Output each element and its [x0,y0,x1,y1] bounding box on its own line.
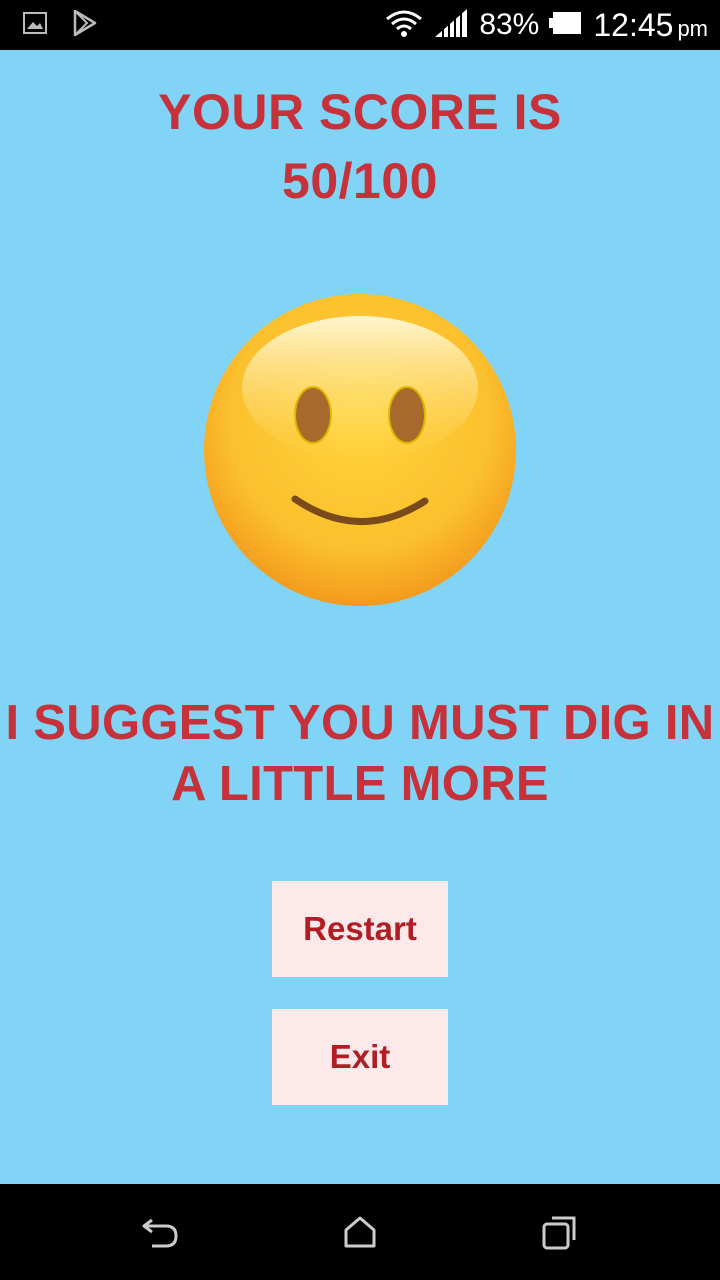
result-screen: YOUR SCORE IS 50/100 I SUGGEST YOU MUST … [0,50,720,1184]
exit-button[interactable]: Exit [272,1009,448,1105]
play-store-icon [72,9,98,42]
status-bar: 83% 12:45 pm [0,0,720,50]
clock: 12:45 pm [593,7,708,44]
ampm-text: pm [677,15,708,41]
advice-line-2: A LITTLE MORE [171,757,549,811]
signal-icon [433,7,469,44]
wifi-icon [385,8,423,43]
back-icon[interactable] [140,1212,180,1252]
score-value: 50/100 [282,153,438,209]
advice-line-1: I SUGGEST YOU MUST DIG IN [5,696,715,750]
navigation-bar [0,1184,720,1280]
battery-icon [549,10,583,41]
restart-button[interactable]: Restart [272,881,448,977]
status-bar-left [22,9,98,42]
battery-percent: 83% [479,8,540,41]
image-icon [22,10,48,41]
recents-icon[interactable] [540,1212,580,1252]
time-text: 12:45 [593,6,674,43]
slightly-smiling-face-icon [203,293,517,607]
status-bar-right: 83% 12:45 pm [385,0,708,50]
home-icon[interactable] [340,1212,380,1252]
score-heading: YOUR SCORE IS [158,84,562,140]
